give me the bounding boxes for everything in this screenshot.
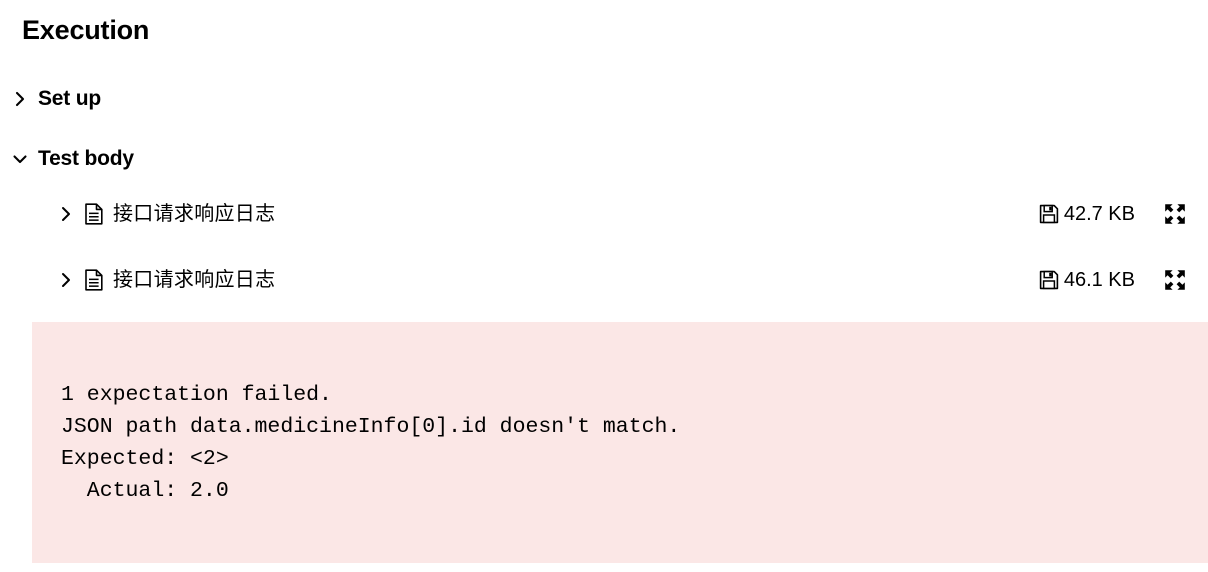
section-label-set-up: Set up	[38, 87, 101, 110]
fullscreen-expand-button[interactable]	[1163, 202, 1187, 226]
section-label-test-body: Test body	[38, 147, 134, 170]
attachment-size-group: 46.1 KB	[1039, 267, 1135, 293]
chevron-right-icon	[57, 205, 75, 223]
attachment-size: 42.7 KB	[1063, 203, 1135, 225]
error-message: 1 expectation failed. JSON path data.med…	[61, 383, 681, 503]
chevron-down-icon	[11, 150, 29, 168]
fullscreen-expand-button[interactable]	[1163, 268, 1187, 292]
attachment-row[interactable]: 接口请求响应日志 42.7 KB	[0, 194, 1208, 234]
attachment-row-left[interactable]: 接口请求响应日志	[0, 267, 275, 293]
execution-panel: Execution Set up Test body 接口请求响应日志 42.7…	[0, 0, 1208, 572]
document-icon	[84, 269, 104, 291]
attachment-row-right: 46.1 KB	[1039, 267, 1208, 293]
attachment-size: 46.1 KB	[1063, 269, 1135, 291]
attachment-row-left[interactable]: 接口请求响应日志	[0, 201, 275, 227]
section-header-set-up[interactable]: Set up	[11, 85, 101, 113]
attachment-size-group: 42.7 KB	[1039, 201, 1135, 227]
error-panel: 1 expectation failed. JSON path data.med…	[32, 322, 1208, 563]
document-icon	[84, 203, 104, 225]
chevron-right-icon	[11, 90, 29, 108]
attachment-row-right: 42.7 KB	[1039, 201, 1208, 227]
attachment-name: 接口请求响应日志	[113, 269, 276, 291]
attachment-name: 接口请求响应日志	[113, 203, 276, 225]
fullscreen-expand-icon	[1164, 269, 1186, 291]
save-floppy-icon	[1039, 204, 1059, 224]
page-title: Execution	[22, 15, 150, 45]
section-header-test-body[interactable]: Test body	[11, 145, 134, 173]
save-floppy-icon	[1039, 270, 1059, 290]
attachment-row[interactable]: 接口请求响应日志 46.1 KB	[0, 260, 1208, 300]
chevron-right-icon	[57, 271, 75, 289]
fullscreen-expand-icon	[1164, 203, 1186, 225]
